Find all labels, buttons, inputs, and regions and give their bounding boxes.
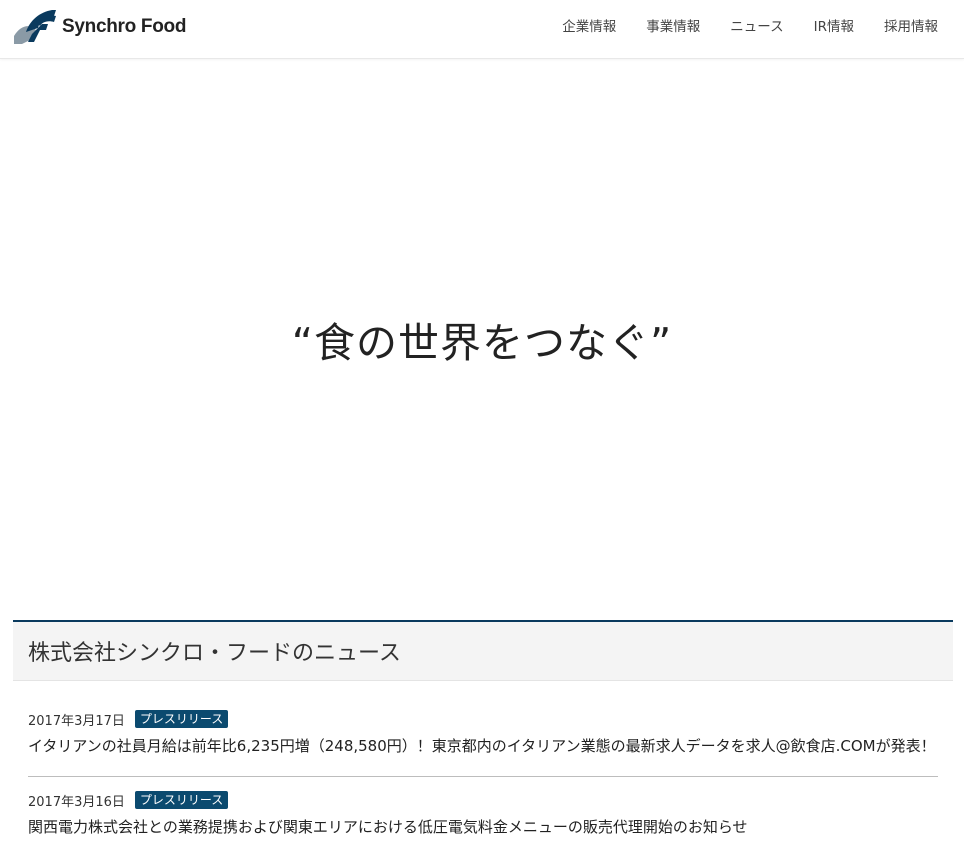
news-date: 2017年3月16日 — [28, 794, 125, 810]
news-category-badge: プレスリリース — [134, 791, 229, 809]
news-item: 2017年3月17日 プレスリリース イタリアンの社員月給は前年比6,235円増… — [28, 681, 938, 777]
brand-name: Synchro Food — [62, 15, 187, 37]
news-header: 株式会社シンクロ・フードのニュース — [13, 620, 953, 681]
nav-item-ir[interactable]: IR情報 — [814, 15, 854, 35]
news-meta: 2017年3月17日 プレスリリース — [28, 709, 938, 729]
hero-copy: “食の世界をつなぐ” — [291, 319, 673, 367]
news-date: 2017年3月17日 — [28, 713, 125, 729]
nav-item-recruit[interactable]: 採用情報 — [884, 15, 938, 35]
news-headline-link[interactable]: イタリアンの社員月給は前年比6,235円増（248,580円）！東京都内のイタリ… — [28, 735, 938, 757]
hero-section: “食の世界をつなぐ” — [0, 60, 964, 620]
site-header: Synchro Food 企業情報 事業情報 ニュース IR情報 採用情報 — [0, 0, 964, 59]
news-meta: 2017年3月16日 プレスリリース — [28, 790, 938, 810]
main-nav: 企業情報 事業情報 ニュース IR情報 採用情報 — [532, 0, 938, 50]
news-headline-link[interactable]: 関西電力株式会社との業務提携および関東エリアにおける低圧電気料金メニューの販売代… — [28, 816, 938, 838]
news-item: 2017年3月16日 プレスリリース 関西電力株式会社との業務提携および関東エリ… — [28, 777, 938, 857]
nav-item-company[interactable]: 企業情報 — [562, 15, 616, 35]
nav-item-business[interactable]: 事業情報 — [646, 15, 700, 35]
news-category-badge: プレスリリース — [134, 710, 229, 728]
nav-item-news[interactable]: ニュース — [730, 15, 783, 35]
news-section-title: 株式会社シンクロ・フードのニュース — [28, 641, 401, 666]
news-section: 株式会社シンクロ・フードのニュース 2017年3月17日 プレスリリース イタリ… — [13, 620, 953, 857]
synchro-food-logo-icon — [14, 10, 56, 44]
news-list: 2017年3月17日 プレスリリース イタリアンの社員月給は前年比6,235円増… — [13, 681, 953, 857]
site-logo[interactable]: Synchro Food — [12, 6, 186, 46]
